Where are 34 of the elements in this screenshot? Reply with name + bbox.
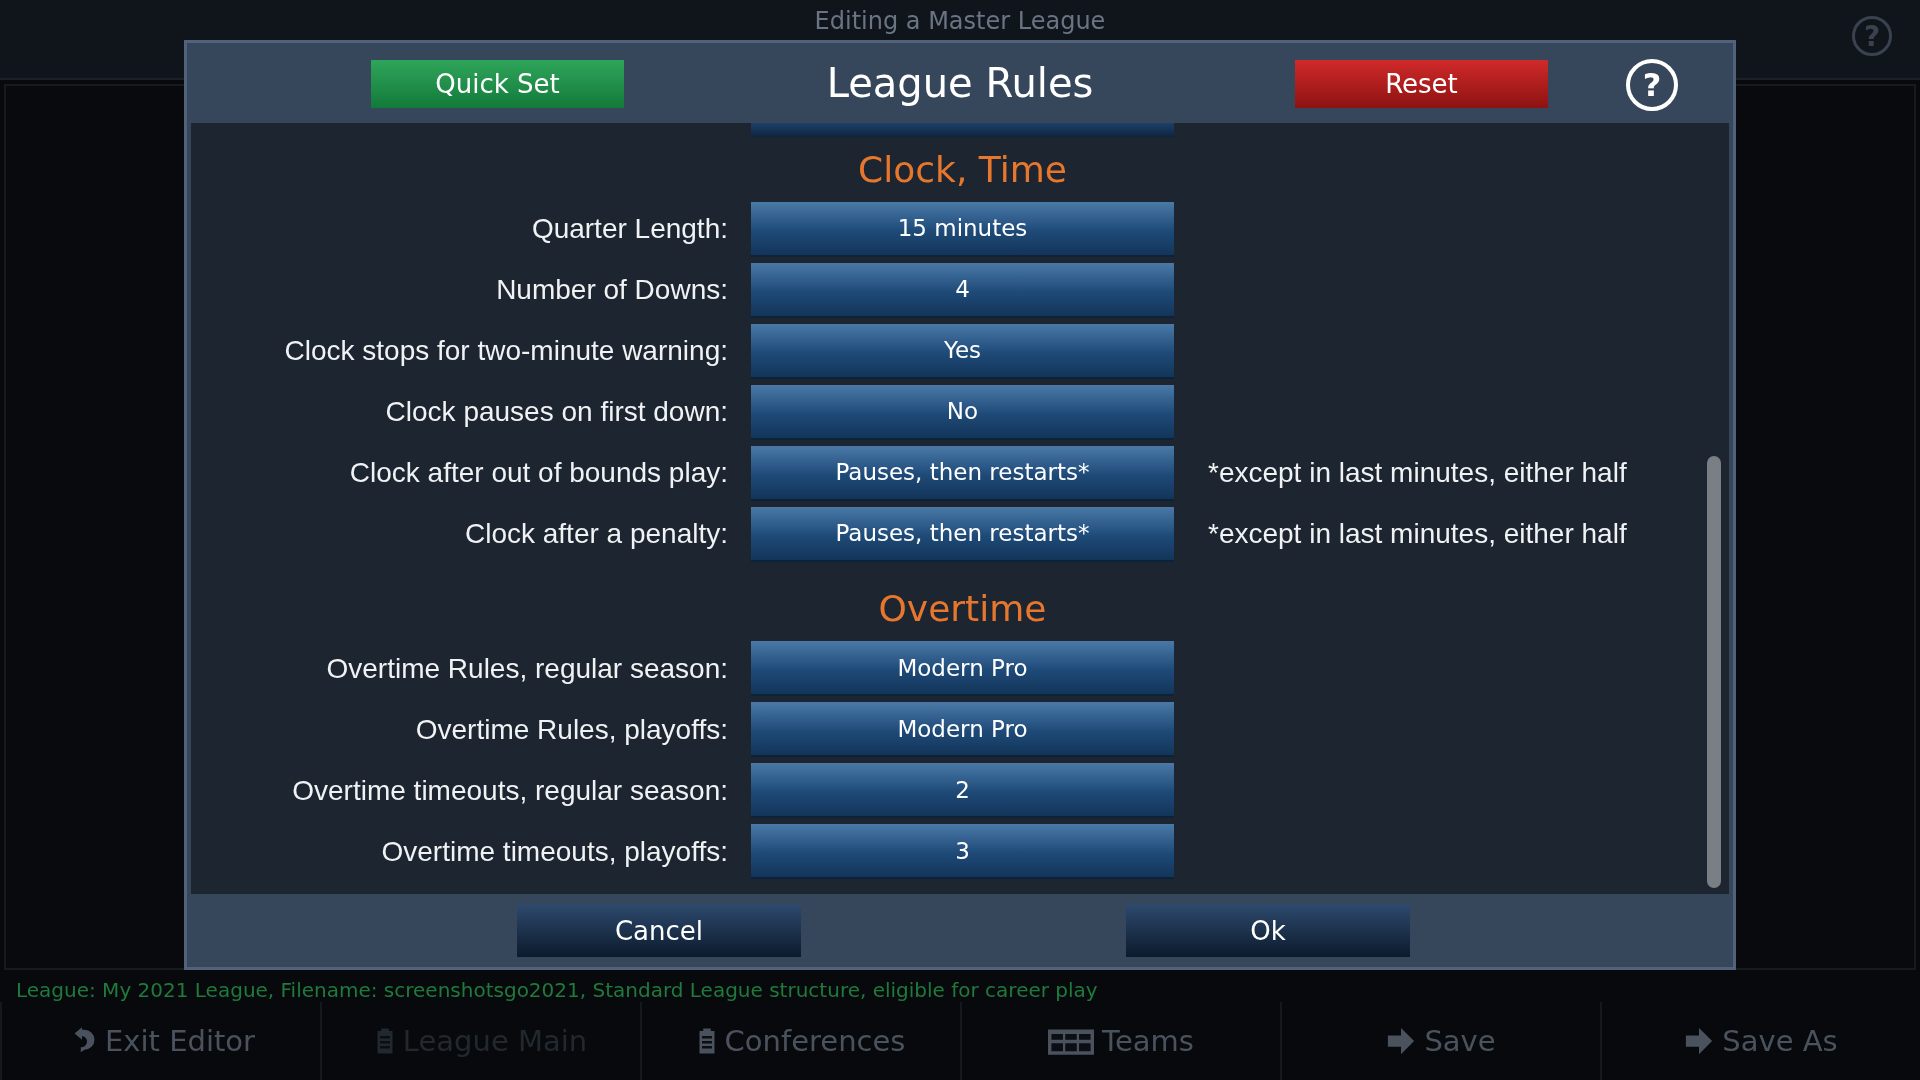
value-button[interactable]: Modern Pro bbox=[751, 702, 1174, 758]
arrow-icon bbox=[1386, 1026, 1417, 1056]
dialog-title: League Rules bbox=[826, 60, 1094, 106]
setting-label: Number of Downs: bbox=[495, 274, 729, 307]
setting-label: Overtime Rules, playoffs: bbox=[414, 713, 729, 746]
value-button[interactable]: Modern Pro bbox=[751, 641, 1174, 697]
setting-label: Overtime timeouts, regular season: bbox=[291, 774, 729, 807]
value-button[interactable]: Pauses, then restarts* bbox=[751, 445, 1174, 501]
help-button[interactable]: ? bbox=[1626, 59, 1678, 111]
dialog-button[interactable]: Cancel bbox=[517, 904, 801, 957]
note-text: *except in last minutes, either half bbox=[1208, 457, 1627, 490]
section-heading: Clock, Time bbox=[857, 148, 1068, 192]
setting-label: Overtime Rules, regular season: bbox=[325, 652, 729, 685]
setting-label: Quarter Length: bbox=[530, 213, 729, 246]
setting-label: Overtime timeouts, playoffs: bbox=[380, 835, 729, 868]
dialog-button[interactable]: Ok bbox=[1126, 904, 1410, 957]
value-button[interactable]: 3 bbox=[751, 824, 1174, 880]
section-heading: Overtime bbox=[877, 588, 1048, 632]
note-text: *except in last minutes, either half bbox=[1208, 518, 1627, 551]
value-button[interactable]: No bbox=[751, 384, 1174, 440]
setting-label: Clock pauses on first down: bbox=[384, 396, 729, 429]
setting-label: Clock after a penalty: bbox=[463, 518, 729, 551]
quick-set-button[interactable]: Quick Set bbox=[371, 60, 624, 108]
value-button[interactable]: 15 minutes bbox=[751, 201, 1174, 257]
reset-button[interactable]: Reset bbox=[1295, 60, 1548, 108]
value-button[interactable]: Pauses, then restarts* bbox=[751, 506, 1174, 562]
value-button[interactable]: Yes bbox=[751, 323, 1174, 379]
value-button[interactable]: 4 bbox=[751, 262, 1174, 318]
page-title: Editing a Master League bbox=[814, 7, 1106, 35]
setting-label: Clock stops for two-minute warning: bbox=[283, 335, 729, 368]
status-text: League: My 2021 League, Filename: screenshotsgo2021, Standard League structure, eligible for career play bbox=[16, 978, 1098, 1002]
arrow-icon bbox=[1684, 1026, 1715, 1056]
value-button[interactable]: 2 bbox=[751, 763, 1174, 819]
setting-label: Clock after out of bounds play: bbox=[348, 457, 729, 490]
